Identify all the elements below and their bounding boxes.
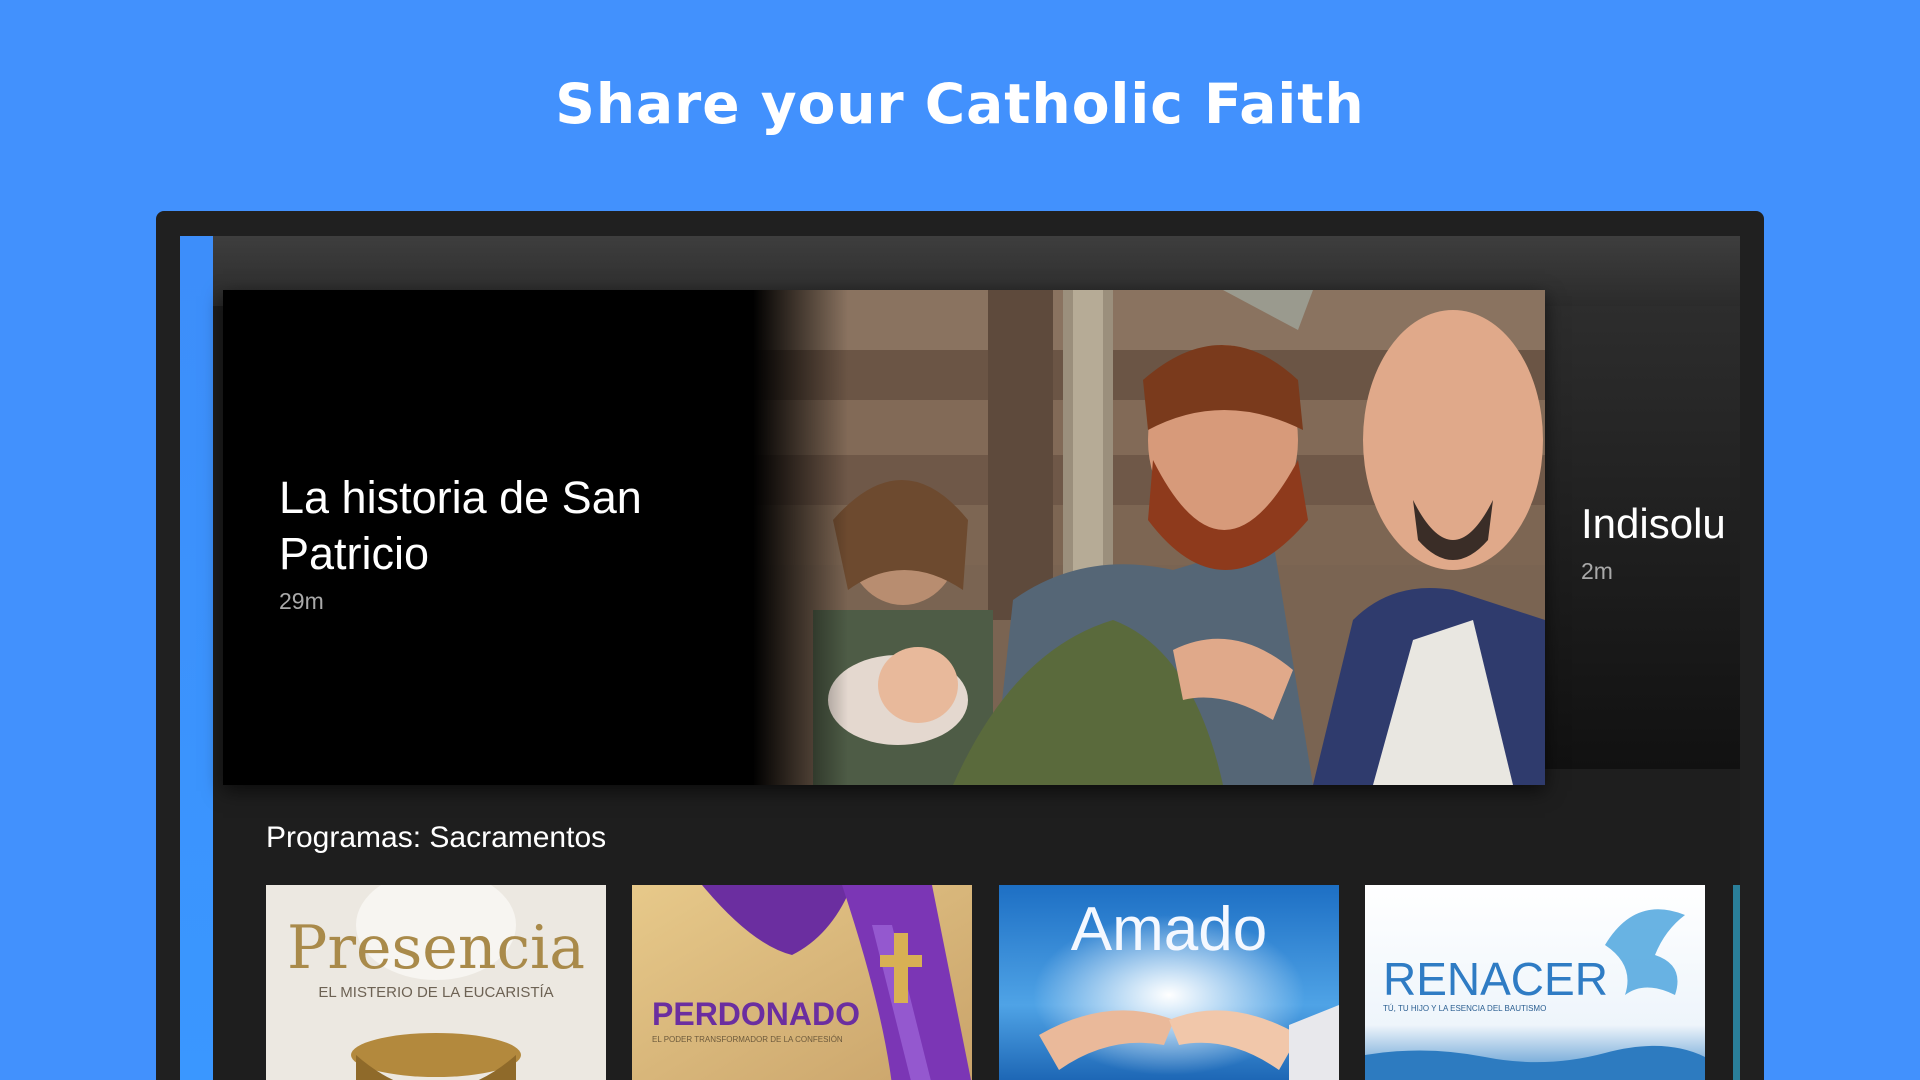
hero-duration: 29m: [279, 588, 324, 614]
program-tile-renacer[interactable]: RENACER TÚ, TU HIJO Y LA ESENCIA DEL BAU…: [1365, 885, 1705, 1080]
tile-title: Amado: [1071, 895, 1267, 964]
next-tile-peek[interactable]: [1733, 885, 1740, 1080]
hero-title: La historia de San Patricio: [279, 472, 642, 579]
tv-screen: Indisolu 2m La historia de San Patricio …: [180, 236, 1740, 1080]
headline: Share your Catholic Faith: [555, 72, 1365, 136]
perdonado-artwork: PERDONADO EL PODER TRANSFORMADOR DE LA C…: [632, 885, 972, 1080]
tile-title: PERDONADO: [652, 996, 860, 1032]
row-title: Programas: Sacramentos: [266, 821, 607, 854]
tile-title: RENACER: [1383, 953, 1608, 1005]
next-featured-duration: 2m: [1581, 558, 1613, 584]
hero-artwork: [753, 290, 1545, 785]
hero-text-block: La historia de San Patricio 29m: [279, 470, 739, 615]
amado-artwork: Amado: [999, 885, 1339, 1080]
tile-title: Presencia: [287, 913, 585, 983]
next-featured-title: Indisolu: [1581, 500, 1726, 547]
program-tile-perdonado[interactable]: PERDONADO EL PODER TRANSFORMADOR DE LA C…: [632, 885, 972, 1080]
side-navigation-rail[interactable]: [180, 236, 213, 1080]
featured-hero-card[interactable]: La historia de San Patricio 29m: [223, 290, 1545, 785]
renacer-artwork: RENACER TÚ, TU HIJO Y LA ESENCIA DEL BAU…: [1365, 885, 1705, 1080]
tile-subtitle: EL MISTERIO DE LA EUCARISTÍA: [318, 984, 553, 1001]
presencia-artwork: Presencia EL MISTERIO DE LA EUCARISTÍA: [266, 885, 606, 1080]
tile-subtitle: EL PODER TRANSFORMADOR DE LA CONFESIÓN: [652, 1035, 843, 1044]
program-tile-amado[interactable]: Amado: [999, 885, 1339, 1080]
program-tile-presencia[interactable]: Presencia EL MISTERIO DE LA EUCARISTÍA: [266, 885, 606, 1080]
tile-subtitle: TÚ, TU HIJO Y LA ESENCIA DEL BAUTISMO: [1383, 1004, 1546, 1013]
